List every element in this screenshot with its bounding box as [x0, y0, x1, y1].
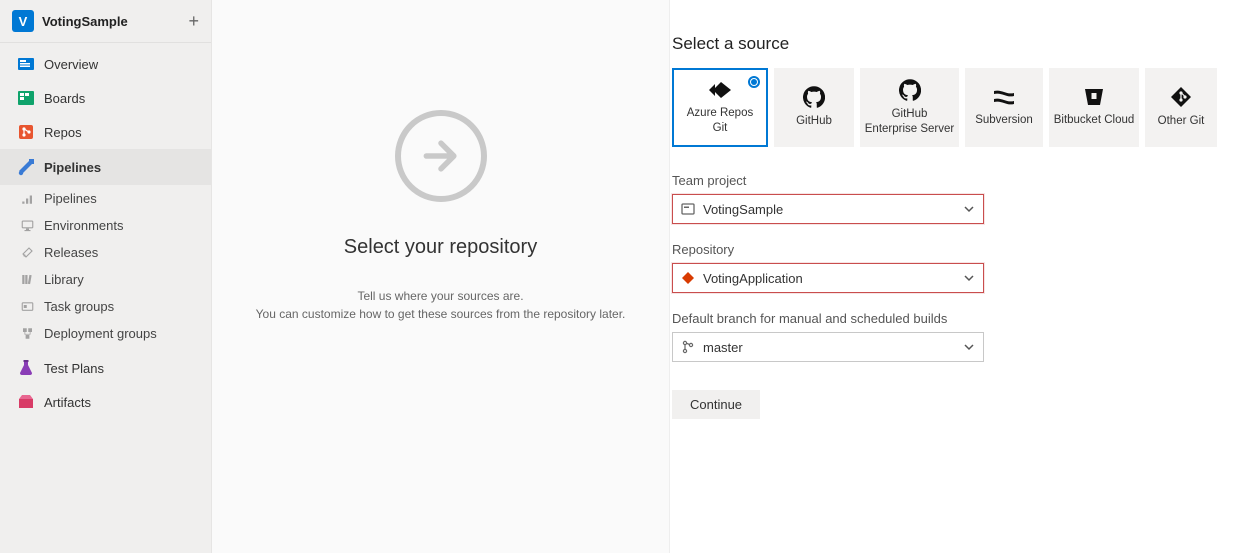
continue-button[interactable]: Continue	[672, 390, 760, 419]
sidebar-item-test-plans[interactable]: Test Plans	[0, 351, 211, 385]
source-github-enterprise[interactable]: GitHub Enterprise Server	[860, 68, 959, 147]
plus-icon[interactable]: +	[188, 12, 199, 30]
test-plans-icon	[14, 359, 38, 377]
sidebar-label: Test Plans	[44, 361, 104, 376]
source-other-git[interactable]: Other Git	[1145, 68, 1217, 147]
environments-icon	[16, 218, 38, 233]
source-label: GitHub	[796, 114, 832, 128]
repos-icon	[14, 123, 38, 141]
releases-icon	[16, 245, 38, 260]
sidebar-label: Overview	[44, 57, 98, 72]
source-tiles: Azure Repos Git GitHub GitHub Enterprise…	[672, 68, 1236, 147]
chevron-down-icon	[963, 341, 975, 353]
sidebar-item-artifacts[interactable]: Artifacts	[0, 385, 211, 419]
center-title: Select your repository	[344, 236, 537, 259]
branch-value: master	[703, 340, 963, 355]
team-project-dropdown[interactable]: VotingSample	[672, 194, 984, 224]
source-subversion[interactable]: Subversion	[965, 68, 1043, 147]
branch-dropdown[interactable]: master	[672, 332, 984, 362]
source-label: Other Git	[1158, 114, 1205, 128]
source-bitbucket[interactable]: Bitbucket Cloud	[1049, 68, 1139, 147]
overview-icon	[14, 55, 38, 73]
sidebar-label: Pipelines	[44, 160, 101, 175]
sidebar-sub-deployment-groups[interactable]: Deployment groups	[0, 320, 211, 347]
branch-icon	[681, 340, 699, 354]
sidebar-sub-releases[interactable]: Releases	[0, 239, 211, 266]
sidebar-item-pipelines[interactable]: Pipelines	[0, 149, 211, 185]
repository-label: Repository	[672, 242, 1236, 257]
chevron-down-icon	[963, 272, 975, 284]
sidebar-label: Boards	[44, 91, 85, 106]
sidebar-sub-label: Releases	[44, 245, 98, 260]
sidebar-sub-label: Environments	[44, 218, 123, 233]
project-name: VotingSample	[42, 14, 188, 29]
sidebar-item-overview[interactable]: Overview	[0, 47, 211, 81]
repository-dropdown[interactable]: VotingApplication	[672, 263, 984, 293]
task-groups-icon	[16, 299, 38, 314]
repository-value: VotingApplication	[703, 271, 963, 286]
pipelines-icon	[14, 157, 38, 177]
center-subtext: Tell us where your sources are. You can …	[256, 287, 626, 323]
sidebar-label: Artifacts	[44, 395, 91, 410]
source-label: Subversion	[975, 113, 1033, 127]
sidebar-sub-label: Library	[44, 272, 84, 287]
branch-label: Default branch for manual and scheduled …	[672, 311, 1236, 326]
sidebar-sub-task-groups[interactable]: Task groups	[0, 293, 211, 320]
project-badge: V	[12, 10, 34, 32]
sidebar-item-repos[interactable]: Repos	[0, 115, 211, 149]
team-project-value: VotingSample	[703, 202, 963, 217]
sidebar-sub-label: Pipelines	[44, 191, 97, 206]
git-icon	[1170, 86, 1192, 108]
radio-selected-icon	[748, 76, 760, 88]
team-project-label: Team project	[672, 173, 1236, 188]
github-enterprise-icon	[899, 79, 921, 101]
azure-git-icon	[707, 80, 733, 100]
sidebar-sub-library[interactable]: Library	[0, 266, 211, 293]
center-line1: Tell us where your sources are.	[256, 287, 626, 305]
select-source-title: Select a source	[672, 34, 1236, 54]
deployment-groups-icon	[16, 326, 38, 341]
source-label: GitHub Enterprise Server	[864, 107, 955, 136]
source-label: Azure Repos Git	[678, 106, 762, 135]
source-github[interactable]: GitHub	[774, 68, 854, 147]
project-icon	[681, 202, 699, 216]
library-icon	[16, 272, 38, 287]
project-header[interactable]: V VotingSample +	[0, 0, 211, 43]
sidebar-item-boards[interactable]: Boards	[0, 81, 211, 115]
sidebar-sub-label: Deployment groups	[44, 326, 157, 341]
source-label: Bitbucket Cloud	[1054, 113, 1135, 127]
app-root: V VotingSample + Overview Boards	[0, 0, 1248, 553]
github-icon	[803, 86, 825, 108]
chevron-down-icon	[963, 203, 975, 215]
sidebar-label: Repos	[44, 125, 82, 140]
boards-icon	[14, 89, 38, 107]
arrow-circle-icon	[395, 110, 487, 202]
artifacts-icon	[14, 393, 38, 411]
center-panel: Select your repository Tell us where you…	[212, 0, 670, 553]
center-line2: You can customize how to get these sourc…	[256, 305, 626, 323]
sidebar-sub-pipelines[interactable]: Pipelines	[0, 185, 211, 212]
pipelines-sub-icon	[16, 191, 38, 206]
right-panel: Select a source Azure Repos Git GitHub G…	[670, 0, 1248, 553]
subversion-icon	[992, 87, 1016, 107]
sidebar-nav: Overview Boards Repos Pipelines	[0, 43, 211, 419]
repo-icon	[681, 271, 699, 285]
source-azure-repos-git[interactable]: Azure Repos Git	[672, 68, 768, 147]
sidebar-sub-label: Task groups	[44, 299, 114, 314]
sidebar-sub-environments[interactable]: Environments	[0, 212, 211, 239]
bitbucket-icon	[1083, 87, 1105, 107]
sidebar: V VotingSample + Overview Boards	[0, 0, 212, 553]
